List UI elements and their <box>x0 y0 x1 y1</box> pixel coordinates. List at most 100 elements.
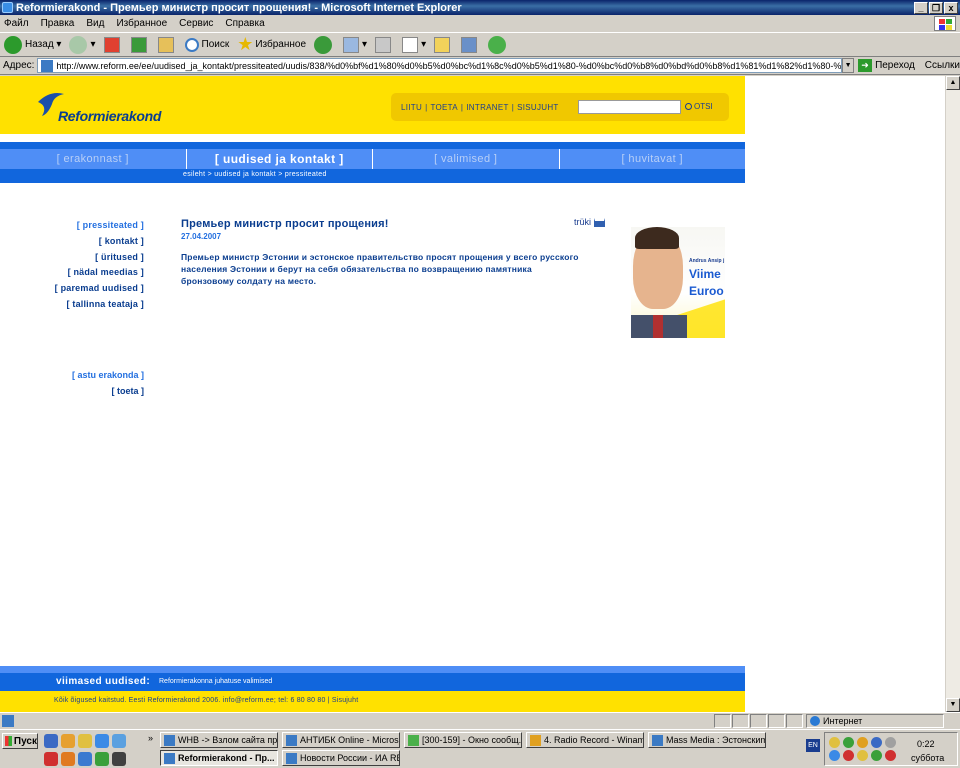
window-titlebar[interactable]: Reformierakond - Премьер министр просит … <box>0 0 960 15</box>
promo-banner[interactable]: Andrus Ansip j Viime Euroo <box>631 227 725 338</box>
menu-edit[interactable]: Правка <box>41 18 75 29</box>
links-button[interactable]: Ссылки <box>925 60 960 71</box>
top-links-box: LIITU | TOETA | INTRANET | SISUJUHT OTSI <box>391 93 729 121</box>
print-toolbar-button[interactable] <box>375 36 394 53</box>
menu-tools[interactable]: Сервис <box>179 18 213 29</box>
tray-icon[interactable] <box>871 737 882 748</box>
link-liitu[interactable]: LIITU <box>401 103 422 112</box>
ie-icon <box>164 734 175 746</box>
app-icon[interactable] <box>78 734 92 748</box>
breadcrumb[interactable]: esileht > uudised ja kontakt > pressitea… <box>183 171 327 178</box>
research-button[interactable] <box>461 36 480 53</box>
start-button[interactable]: Пуск <box>2 733 38 749</box>
language-indicator[interactable]: EN <box>806 739 820 752</box>
left-nav-uritused[interactable]: [ üritused ] <box>55 250 144 266</box>
minimize-button[interactable]: _ <box>914 1 928 14</box>
site-logo[interactable]: Reformierakond <box>36 88 161 126</box>
site-search-button[interactable]: OTSI <box>685 102 713 111</box>
home-button[interactable] <box>157 36 177 53</box>
menu-file[interactable]: Файл <box>4 18 29 29</box>
nav-erakonnast[interactable]: [ erakonnast ] <box>0 149 187 169</box>
back-button[interactable]: Назад ▾ <box>4 35 61 54</box>
app-icon[interactable] <box>95 752 109 766</box>
app-icon[interactable] <box>61 734 75 748</box>
scroll-down-button[interactable]: ▼ <box>946 698 960 712</box>
taskbar: Пуск » WHB -> Взлом сайта пр... АНТИБК O… <box>0 729 960 768</box>
tray-icon[interactable] <box>857 737 868 748</box>
history-button[interactable] <box>314 35 335 54</box>
left-nav-toeta[interactable]: [ toeta ] <box>72 384 145 400</box>
app-icon[interactable] <box>112 752 126 766</box>
logo-text: Reformierakond <box>58 108 162 124</box>
task-antibk[interactable]: АНТИБК Online - Micros... <box>282 732 400 748</box>
menu-favorites[interactable]: Избранное <box>116 18 167 29</box>
footer-stripe <box>0 666 745 673</box>
tray-icon[interactable] <box>885 737 896 748</box>
tray-icon[interactable] <box>829 750 840 761</box>
quick-launch <box>44 734 126 748</box>
print-label: trüki <box>574 217 592 227</box>
app-icon[interactable] <box>78 752 92 766</box>
mail-button[interactable]: ▾ <box>343 36 367 53</box>
task-winamp[interactable]: 4. Radio Record - Winamp <box>526 732 644 748</box>
close-button[interactable]: x <box>944 1 958 14</box>
print-link[interactable]: trüki <box>574 217 606 227</box>
tray-icon[interactable] <box>857 750 868 761</box>
task-label: Mass Media : Эстонскиm... <box>666 735 766 745</box>
favorites-button[interactable]: ★ Избранное <box>237 34 306 55</box>
tray-icon[interactable] <box>829 737 840 748</box>
app-icon[interactable] <box>112 734 126 748</box>
nav-huvitavat[interactable]: [ huvitavat ] <box>560 149 746 169</box>
footer-news-link[interactable]: Reformierakonna juhatuse valimised <box>159 678 272 685</box>
link-sisujuht[interactable]: SISUJUHT <box>517 103 559 112</box>
tray-icon[interactable] <box>885 750 896 761</box>
messenger-icon <box>488 35 507 54</box>
tray-icon[interactable] <box>843 737 854 748</box>
menu-view[interactable]: Вид <box>86 18 104 29</box>
security-zone[interactable]: Интернет <box>806 714 944 728</box>
menu-help[interactable]: Справка <box>225 18 264 29</box>
opera-icon[interactable] <box>44 752 58 766</box>
task-mass-media[interactable]: Mass Media : Эстонскиm... <box>648 732 766 748</box>
separator: | <box>511 102 515 112</box>
tray-icon[interactable] <box>843 750 854 761</box>
address-input[interactable]: http://www.reform.ee/ee/uudised_ja_konta… <box>37 58 843 73</box>
nav-valimised[interactable]: [ valimised ] <box>373 149 560 169</box>
ie-icon[interactable] <box>95 734 109 748</box>
task-novosti-rossii[interactable]: Новости России - ИА RE... <box>282 750 400 766</box>
left-nav-paremad-uudised[interactable]: [ paremad uudised ] <box>55 281 144 297</box>
address-dropdown-button[interactable]: ▼ <box>842 58 855 73</box>
folder-icon <box>434 36 451 53</box>
folder-button[interactable] <box>434 36 453 53</box>
task-message-window[interactable]: [300-159] - Окно сообщ... <box>404 732 522 748</box>
left-nav-pressiteated[interactable]: [ pressiteated ] <box>55 218 144 234</box>
link-intranet[interactable]: INTRANET <box>466 103 508 112</box>
scroll-up-button[interactable]: ▲ <box>946 76 960 90</box>
forward-button[interactable]: ▾ <box>69 35 96 54</box>
task-whb[interactable]: WHB -> Взлом сайта пр... <box>160 732 278 748</box>
refresh-button[interactable] <box>130 36 150 53</box>
edit-button[interactable]: ▾ <box>402 36 426 53</box>
tray-icon[interactable] <box>871 750 882 761</box>
app-icon[interactable] <box>61 752 75 766</box>
left-nav-nadal-meedias[interactable]: [ nädal meedias ] <box>55 265 144 281</box>
search-button[interactable]: Поиск <box>184 37 229 52</box>
search-icon <box>184 37 199 52</box>
quick-launch-more-icon[interactable]: » <box>148 733 153 743</box>
nav-uudised-ja-kontakt[interactable]: [ uudised ja kontakt ] <box>187 149 373 169</box>
task-reformierakond[interactable]: Reformierakond - Пр... <box>160 750 278 766</box>
messenger-button[interactable] <box>488 35 509 54</box>
site-search-input[interactable] <box>578 100 681 114</box>
vertical-scrollbar[interactable]: ▲ ▼ <box>945 76 960 712</box>
left-nav-astu-erakonda[interactable]: [ astu erakonda ] <box>72 368 144 384</box>
maximize-button[interactable]: ❐ <box>929 1 943 14</box>
go-button[interactable]: ➜ Переход <box>858 59 915 72</box>
stop-button[interactable] <box>103 36 123 53</box>
clock[interactable]: 0:22 <box>917 739 935 749</box>
show-desktop-icon[interactable] <box>44 734 58 748</box>
link-toeta[interactable]: TOETA <box>430 103 457 112</box>
left-nav-tallinna-teataja[interactable]: [ tallinna teataja ] <box>55 297 144 313</box>
left-nav-kontakt[interactable]: [ kontakt ] <box>55 234 144 250</box>
zone-label: Интернет <box>823 716 863 726</box>
mail-icon <box>343 36 360 53</box>
